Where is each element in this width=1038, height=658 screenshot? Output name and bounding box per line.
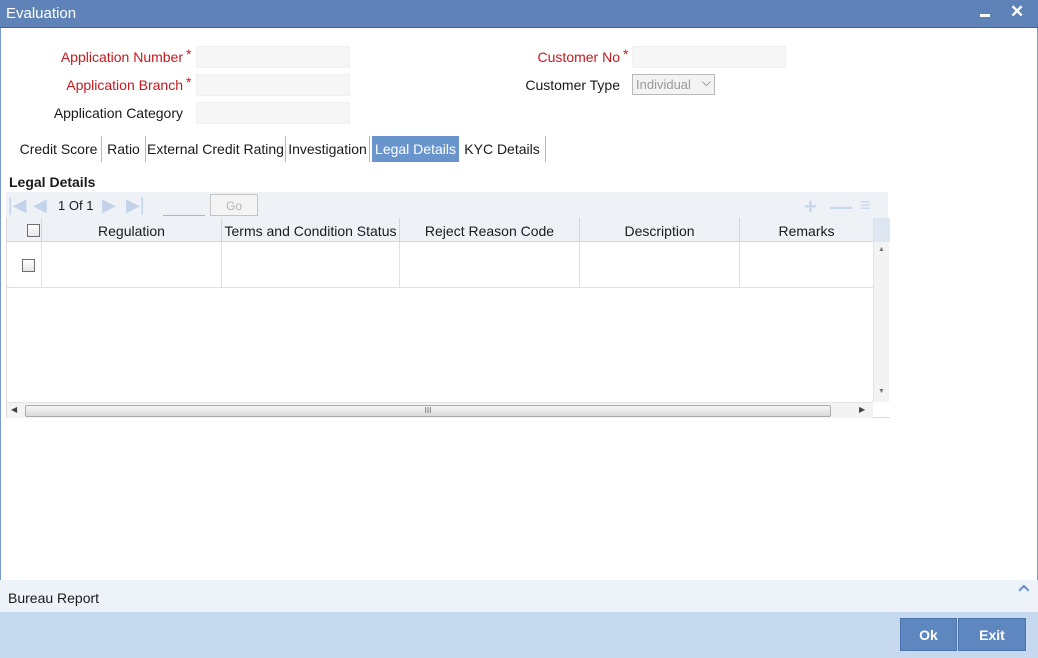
column-regulation[interactable]: Regulation	[42, 218, 222, 242]
page-of-label: Of	[68, 198, 83, 213]
application-branch-label: Application Branch	[66, 77, 183, 93]
scroll-down-icon[interactable]: ▼	[878, 388, 885, 395]
page-number-input[interactable]	[163, 196, 205, 216]
tab-investigation[interactable]: Investigation	[286, 136, 370, 162]
terms-status-cell[interactable]	[222, 242, 400, 288]
grid-toolbar: |◀ ◀ 1 Of 1 ▶ ▶| Go + — ≡	[6, 192, 888, 220]
next-page-icon[interactable]: ▶	[102, 196, 116, 214]
tab-legal-details[interactable]: Legal Details	[372, 136, 459, 162]
go-button[interactable]: Go	[210, 194, 258, 216]
grid-header: Regulation Terms and Condition Status Re…	[7, 218, 873, 242]
horizontal-scrollbar[interactable]: ◀ III ▶	[7, 402, 873, 418]
minimize-icon[interactable]: ▬	[980, 9, 990, 20]
previous-page-icon[interactable]: ◀	[33, 196, 47, 214]
last-page-icon[interactable]: ▶|	[126, 196, 145, 214]
window-titlebar: Evaluation ▬ ✕	[0, 0, 1038, 28]
legal-details-grid: Regulation Terms and Condition Status Re…	[6, 218, 890, 418]
reject-reason-cell[interactable]	[400, 242, 580, 288]
select-all-checkbox[interactable]	[27, 224, 40, 237]
tab-kyc-details[interactable]: KYC Details	[459, 136, 546, 162]
regulation-cell[interactable]	[42, 242, 222, 288]
tab-ratio[interactable]: Ratio	[102, 136, 146, 162]
customer-no-label: Customer No	[537, 49, 620, 65]
customer-type-label: Customer Type	[525, 77, 620, 93]
application-category-label: Application Category	[53, 105, 183, 121]
tab-credit-score[interactable]: Credit Score	[16, 136, 102, 162]
bureau-report-link[interactable]: Bureau Report	[8, 590, 99, 606]
description-cell[interactable]	[580, 242, 740, 288]
row-select-cell	[7, 242, 42, 288]
application-number-required: *	[186, 46, 192, 62]
chevron-up-icon[interactable]: ⌃	[1013, 580, 1035, 611]
select-all-cell	[7, 218, 42, 242]
remarks-cell[interactable]	[740, 242, 873, 288]
pagination-text: 1 Of 1	[58, 198, 93, 213]
bureau-report-bar: Bureau Report ⌃	[0, 580, 1038, 612]
scrollbar-header-block	[874, 218, 890, 242]
close-icon[interactable]: ✕	[1010, 2, 1024, 22]
scroll-up-icon[interactable]: ▲	[878, 246, 885, 253]
scroll-left-icon[interactable]: ◀	[11, 405, 17, 414]
vertical-scrollbar[interactable]: ▲ ▼	[873, 218, 890, 402]
application-number-input[interactable]	[196, 46, 350, 68]
add-row-icon[interactable]: +	[804, 194, 817, 220]
chevron-down-icon: ⌵	[701, 75, 711, 89]
ok-button[interactable]: Ok	[900, 618, 957, 651]
total-pages: 1	[86, 198, 94, 213]
application-category-input[interactable]	[196, 102, 350, 124]
horizontal-scroll-thumb[interactable]: III	[25, 405, 831, 417]
tab-external-credit-rating[interactable]: External Credit Rating	[146, 136, 286, 162]
customer-no-input[interactable]	[632, 46, 786, 68]
column-description[interactable]: Description	[580, 218, 740, 242]
application-branch-required: *	[186, 74, 192, 90]
exit-button[interactable]: Exit	[958, 618, 1026, 651]
customer-type-value: Individual	[636, 77, 691, 92]
list-view-icon[interactable]: ≡	[860, 195, 871, 216]
column-remarks[interactable]: Remarks	[740, 218, 873, 242]
window-title: Evaluation	[6, 5, 77, 22]
current-page: 1	[58, 198, 66, 213]
application-number-label: Application Number	[60, 49, 183, 65]
customer-no-required: *	[623, 46, 629, 62]
application-branch-input[interactable]	[196, 74, 350, 96]
scroll-right-icon[interactable]: ▶	[859, 405, 865, 414]
section-title: Legal Details	[9, 174, 96, 190]
column-terms-status[interactable]: Terms and Condition Status	[222, 218, 400, 242]
delete-row-icon[interactable]: —	[830, 194, 852, 220]
table-row	[7, 242, 873, 288]
column-reject-reason[interactable]: Reject Reason Code	[400, 218, 580, 242]
row-checkbox[interactable]	[22, 259, 35, 272]
customer-type-select[interactable]: Individual ⌵	[632, 74, 715, 95]
footer-bar: Ok Exit	[0, 612, 1038, 658]
first-page-icon[interactable]: |◀	[8, 196, 27, 214]
